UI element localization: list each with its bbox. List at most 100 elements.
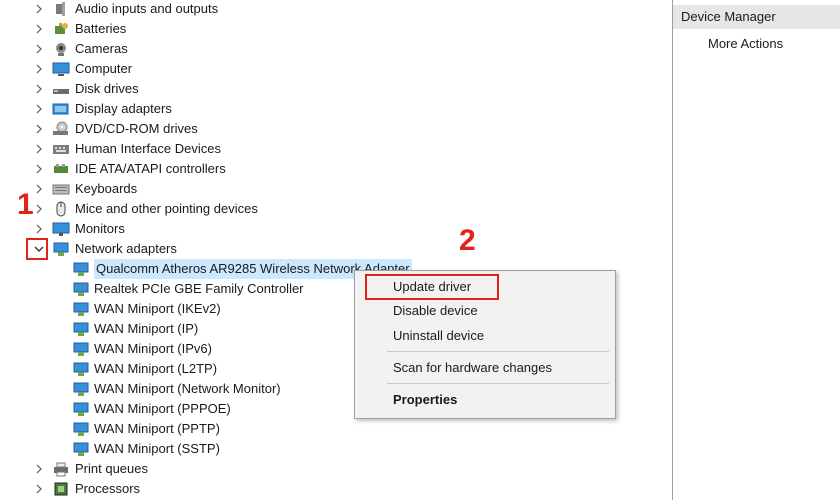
speaker-icon bbox=[52, 1, 70, 17]
tree-item-label: IDE ATA/ATAPI controllers bbox=[75, 161, 226, 176]
network-adapter-realtek[interactable]: Realtek PCIe GBE Family Controller bbox=[72, 279, 304, 299]
chevron-right-icon[interactable] bbox=[34, 104, 44, 114]
tree-item-print-queues[interactable]: Print queues bbox=[34, 459, 148, 479]
network-adapter-wan-ip[interactable]: WAN Miniport (IP) bbox=[72, 319, 198, 339]
tree-item-label: Keyboards bbox=[75, 181, 138, 196]
processor-icon bbox=[52, 481, 70, 497]
annotation-step-1: 1 bbox=[17, 188, 34, 221]
menu-item-properties[interactable]: Properties bbox=[393, 390, 457, 410]
tree-item-label: Network adapters bbox=[75, 241, 177, 256]
actions-header[interactable]: Device Manager bbox=[673, 5, 840, 29]
tree-item-hid[interactable]: Human Interface Devices bbox=[34, 139, 221, 159]
network-adapter-icon bbox=[72, 261, 90, 277]
network-adapter-wan-pppoe[interactable]: WAN Miniport (PPPOE) bbox=[72, 399, 231, 419]
network-adapter-wan-pptp[interactable]: WAN Miniport (PPTP) bbox=[72, 419, 220, 439]
camera-icon bbox=[52, 41, 70, 57]
network-adapter-icon bbox=[72, 401, 90, 417]
menu-separator bbox=[387, 383, 609, 384]
tree-item-processors[interactable]: Processors bbox=[34, 479, 140, 499]
chevron-right-icon[interactable] bbox=[34, 224, 44, 234]
tree-item-disk-drives[interactable]: Disk drives bbox=[34, 79, 139, 99]
ide-controller-icon bbox=[52, 161, 70, 177]
tree-item-label: Human Interface Devices bbox=[75, 141, 221, 156]
annotation-step-2: 2 bbox=[459, 224, 476, 257]
tree-item-label: Cameras bbox=[75, 41, 128, 56]
display-adapter-icon bbox=[52, 101, 70, 117]
tree-item-display-adapters[interactable]: Display adapters bbox=[34, 99, 172, 119]
tree-item-audio[interactable]: Audio inputs and outputs bbox=[34, 0, 218, 19]
chevron-right-icon[interactable] bbox=[34, 184, 44, 194]
annotation-highlight-update-driver bbox=[365, 274, 499, 300]
network-adapter-wan-ipv6[interactable]: WAN Miniport (IPv6) bbox=[72, 339, 212, 359]
more-actions-link[interactable]: More Actions bbox=[708, 34, 783, 54]
menu-item-uninstall-device[interactable]: Uninstall device bbox=[393, 326, 484, 346]
tree-item-cameras[interactable]: Cameras bbox=[34, 39, 128, 59]
network-adapter-icon bbox=[52, 241, 70, 257]
network-adapter-wan-ikev2[interactable]: WAN Miniport (IKEv2) bbox=[72, 299, 221, 319]
menu-item-disable-device[interactable]: Disable device bbox=[393, 301, 478, 321]
network-adapter-wan-l2tp[interactable]: WAN Miniport (L2TP) bbox=[72, 359, 217, 379]
network-adapter-wan-netmon[interactable]: WAN Miniport (Network Monitor) bbox=[72, 379, 281, 399]
device-label: WAN Miniport (PPPOE) bbox=[94, 401, 231, 416]
menu-separator bbox=[387, 351, 609, 352]
context-menu: Update driver Disable device Uninstall d… bbox=[354, 270, 616, 419]
device-label: WAN Miniport (IPv6) bbox=[94, 341, 212, 356]
tree-item-label: Computer bbox=[75, 61, 133, 76]
tree-item-mice[interactable]: Mice and other pointing devices bbox=[34, 199, 258, 219]
device-label: WAN Miniport (IKEv2) bbox=[94, 301, 221, 316]
tree-item-label: Disk drives bbox=[75, 81, 139, 96]
tree-item-label: Print queues bbox=[75, 461, 148, 476]
tree-item-network-adapters[interactable]: Network adapters bbox=[34, 239, 177, 259]
annotation-highlight-expand bbox=[26, 238, 48, 260]
chevron-right-icon[interactable] bbox=[34, 4, 44, 14]
tree-item-label: Mice and other pointing devices bbox=[75, 201, 258, 216]
mouse-icon bbox=[52, 201, 70, 217]
network-adapter-icon bbox=[72, 281, 90, 297]
tree-item-label: Monitors bbox=[75, 221, 125, 236]
device-label: Realtek PCIe GBE Family Controller bbox=[94, 281, 304, 296]
tree-item-keyboards[interactable]: Keyboards bbox=[34, 179, 137, 199]
device-label: WAN Miniport (L2TP) bbox=[94, 361, 218, 376]
tree-item-monitors[interactable]: Monitors bbox=[34, 219, 125, 239]
network-adapter-icon bbox=[72, 441, 90, 457]
chevron-right-icon[interactable] bbox=[34, 44, 44, 54]
monitor-icon bbox=[52, 221, 70, 237]
network-adapter-icon bbox=[72, 421, 90, 437]
network-adapter-wan-sstp[interactable]: WAN Miniport (SSTP) bbox=[72, 439, 220, 459]
computer-icon bbox=[52, 61, 70, 77]
network-adapter-icon bbox=[72, 381, 90, 397]
tree-item-ide[interactable]: IDE ATA/ATAPI controllers bbox=[34, 159, 226, 179]
network-adapter-icon bbox=[72, 301, 90, 317]
chevron-right-icon[interactable] bbox=[34, 24, 44, 34]
network-adapter-icon bbox=[72, 341, 90, 357]
tree-item-dvd[interactable]: DVD/CD-ROM drives bbox=[34, 119, 198, 139]
disk-drive-icon bbox=[52, 81, 70, 97]
device-tree: Audio inputs and outputs Batteries Camer… bbox=[0, 0, 673, 500]
chevron-right-icon[interactable] bbox=[34, 124, 44, 134]
dvd-drive-icon bbox=[52, 121, 70, 137]
printer-icon bbox=[52, 461, 70, 477]
network-adapter-icon bbox=[72, 321, 90, 337]
device-label: WAN Miniport (PPTP) bbox=[94, 421, 220, 436]
tree-item-label: DVD/CD-ROM drives bbox=[75, 121, 198, 136]
keyboard-icon bbox=[52, 181, 70, 197]
tree-item-computer[interactable]: Computer bbox=[34, 59, 132, 79]
device-label: WAN Miniport (SSTP) bbox=[94, 441, 220, 456]
chevron-right-icon[interactable] bbox=[34, 84, 44, 94]
tree-item-label: Display adapters bbox=[75, 101, 172, 116]
chevron-right-icon[interactable] bbox=[34, 64, 44, 74]
tree-item-label: Audio inputs and outputs bbox=[75, 1, 219, 16]
tree-item-batteries[interactable]: Batteries bbox=[34, 19, 126, 39]
tree-item-label: Processors bbox=[75, 481, 141, 496]
menu-item-scan-hardware[interactable]: Scan for hardware changes bbox=[393, 358, 552, 378]
chevron-right-icon[interactable] bbox=[34, 464, 44, 474]
chevron-right-icon[interactable] bbox=[34, 484, 44, 494]
battery-icon bbox=[52, 21, 70, 37]
device-label: WAN Miniport (IP) bbox=[94, 321, 199, 336]
chevron-right-icon[interactable] bbox=[34, 204, 44, 214]
actions-pane: Device Manager More Actions bbox=[673, 0, 840, 500]
network-adapter-icon bbox=[72, 361, 90, 377]
chevron-right-icon[interactable] bbox=[34, 164, 44, 174]
hid-icon bbox=[52, 141, 70, 157]
chevron-right-icon[interactable] bbox=[34, 144, 44, 154]
